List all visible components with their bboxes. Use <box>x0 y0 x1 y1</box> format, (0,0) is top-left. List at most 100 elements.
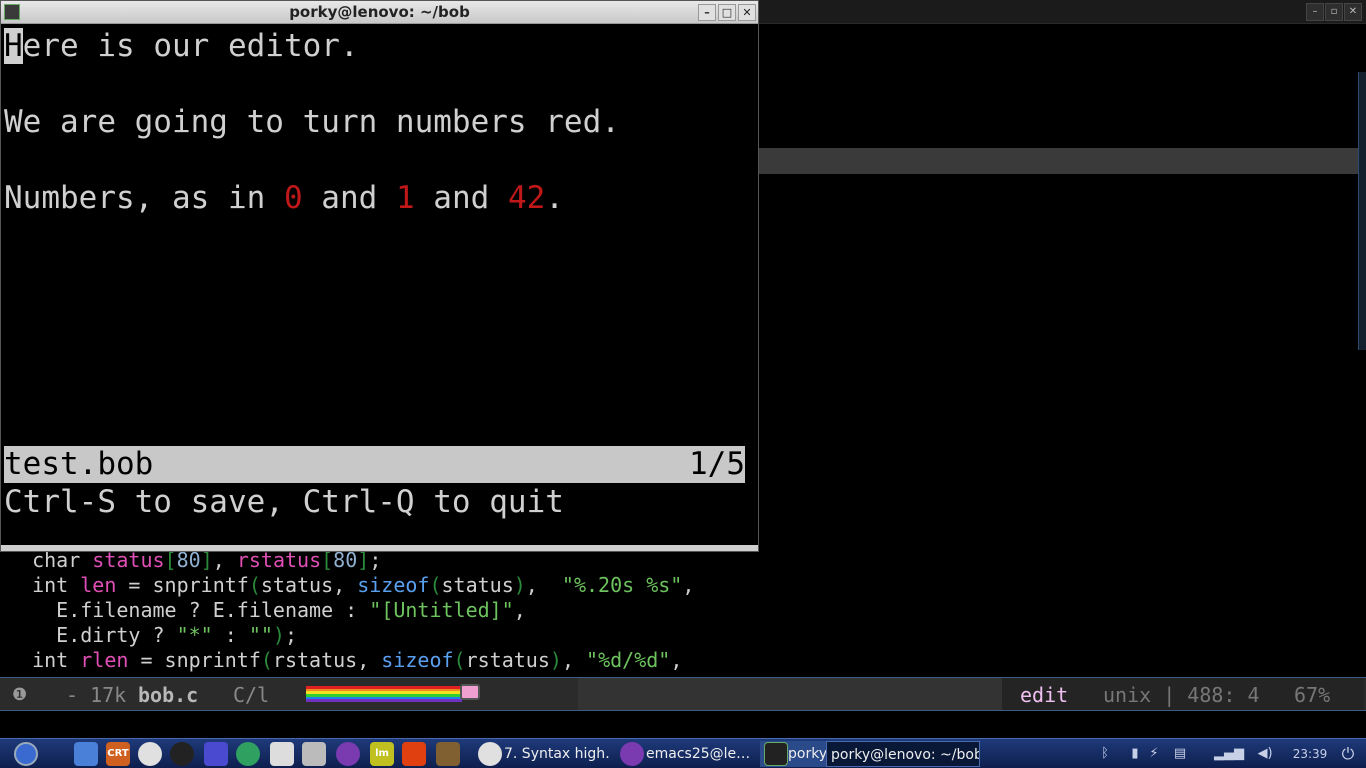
nyan-cat-icon <box>460 684 480 700</box>
editor-line-5[interactable]: Numbers, as in 0 and 1 and 42. <box>4 179 564 217</box>
minimize-button[interactable]: – <box>698 4 716 21</box>
battery-icon[interactable]: ▮ <box>1126 744 1144 764</box>
code-token: sizeof <box>381 648 454 672</box>
lm-icon[interactable]: lm <box>370 742 394 766</box>
code-token: ( <box>248 573 261 597</box>
close-button[interactable]: ✕ <box>738 4 756 21</box>
flame-icon[interactable] <box>402 742 426 766</box>
code-token: ; <box>284 623 298 647</box>
gimp-icon[interactable] <box>436 742 460 766</box>
code-token: ) <box>549 648 562 672</box>
code-token: ( <box>260 648 273 672</box>
number-token: 0 <box>283 180 303 216</box>
notes-icon[interactable] <box>302 742 326 766</box>
nyan-progress-rainbow[interactable] <box>306 686 462 703</box>
echo-area[interactable] <box>0 712 1366 738</box>
clock[interactable]: 23:39 <box>1290 744 1330 764</box>
code-token: ) <box>272 623 285 647</box>
editor-line-1[interactable]: Here is our editor. <box>4 27 359 65</box>
chrome-icon <box>478 742 502 766</box>
app-arrow-icon[interactable] <box>204 742 228 766</box>
modeline-buffer-name[interactable]: bob.c <box>138 683 198 707</box>
power-icon[interactable]: ⚡ <box>1146 744 1162 764</box>
code-buffer[interactable]: char status[80], rstatus[80]; int len = … <box>0 548 1366 676</box>
bluetooth-icon[interactable]: ᛒ <box>1096 744 1114 764</box>
line-text: and <box>414 180 508 216</box>
emacs-icon <box>620 742 644 766</box>
emacs-icon[interactable] <box>336 742 360 766</box>
code-line: int len = snprintf(status, sizeof(status… <box>8 573 694 598</box>
code-token: rstatus, <box>272 648 382 672</box>
line-text: and <box>302 180 396 216</box>
file-manager-icon[interactable] <box>74 742 98 766</box>
menu-icon[interactable] <box>14 742 38 766</box>
code-token: rlen <box>80 648 129 672</box>
code-token: , <box>682 573 695 597</box>
code-token: , <box>525 573 562 597</box>
terminal-bottom-border[interactable] <box>1 545 758 551</box>
modeline-indicator: ❶ <box>12 685 28 705</box>
code-token: ) <box>513 573 526 597</box>
modeline-major-mode[interactable]: C/l <box>233 683 269 707</box>
status-line-position: 1/5 <box>689 446 745 482</box>
emacs-close-button[interactable]: ✕ <box>1344 3 1362 21</box>
code-token: status, <box>260 573 358 597</box>
editor-status-bar: test.bob 1/5 <box>4 446 745 483</box>
line-text: Numbers, as in <box>4 180 284 216</box>
code-line: E.filename ? E.filename : "[Untitled]", <box>8 598 526 623</box>
code-token: E.filename ? E.filename : <box>8 598 370 622</box>
modeline: ❶ - 17k bob.c C/l edit unix | 488: 4 67% <box>0 677 1366 711</box>
atom-icon[interactable] <box>236 742 260 766</box>
number-token: 42 <box>507 180 546 216</box>
network-signal-icon[interactable]: ▂▄▆ <box>1214 744 1244 764</box>
maximize-button[interactable]: □ <box>718 4 736 21</box>
current-line-highlight <box>758 148 1358 174</box>
code-token: = snprintf <box>128 648 261 672</box>
emacs-minimize-button[interactable]: – <box>1306 3 1324 21</box>
number-token: 1 <box>395 180 415 216</box>
code-token: sizeof <box>357 573 430 597</box>
volume-icon[interactable]: ◀) <box>1254 744 1276 764</box>
code-token: = snprintf <box>116 573 249 597</box>
modeline-nyan-track <box>578 678 1002 710</box>
code-line: E.dirty ? "*" : ""); <box>8 623 297 648</box>
terminal-titlebar[interactable]: porky@lenovo: ~/bob – □ ✕ <box>1 1 758 24</box>
code-token: , <box>561 648 587 672</box>
editor-line-3[interactable]: We are going to turn numbers red. <box>4 103 620 141</box>
window-title: porky@lenovo: ~/bob <box>289 3 470 21</box>
modeline-evil-state: edit <box>1020 683 1069 707</box>
terminal-icon <box>764 742 788 766</box>
code-token: , <box>670 648 683 672</box>
modeline-size: - 17k <box>66 683 127 707</box>
power-button-icon[interactable]: ⏻ <box>1336 744 1360 764</box>
code-token: len <box>80 573 117 597</box>
code-token: int <box>8 573 81 597</box>
task-terminal-active[interactable]: porky@lenovo: ~/bob <box>826 741 980 767</box>
code-token: ( <box>429 573 442 597</box>
code-token: int <box>8 648 81 672</box>
emacs-scrollbar[interactable] <box>1358 72 1366 350</box>
code-token: "*" <box>176 623 213 647</box>
code-line: int rlen = snprintf(rstatus, sizeof(rsta… <box>8 648 682 673</box>
code-token: "%.20s %s" <box>561 573 683 597</box>
code-token: status <box>441 573 514 597</box>
editor-message-bar: Ctrl-S to save, Ctrl-Q to quit <box>4 484 564 520</box>
chrome-icon[interactable] <box>138 742 162 766</box>
editor-line-1-text: ere is our editor. <box>22 28 359 64</box>
text-editor-icon[interactable] <box>270 742 294 766</box>
line-text: . <box>545 180 564 216</box>
obs-icon[interactable] <box>170 742 194 766</box>
code-token: "%d/%d" <box>586 648 671 672</box>
modeline-encoding-position: unix | 488: 4 <box>1103 683 1260 707</box>
code-token: ( <box>453 648 466 672</box>
text-cursor: H <box>4 28 23 64</box>
clipboard-icon[interactable]: ▤ <box>1170 744 1190 764</box>
crt-icon[interactable]: CRT <box>106 742 130 766</box>
code-token: "[Untitled]" <box>369 598 514 622</box>
code-token: : <box>212 623 249 647</box>
code-token: , <box>513 598 526 622</box>
emacs-restore-button[interactable]: ▫ <box>1325 3 1343 21</box>
taskbar: CRT lm 7. Syntax high… emacs25@le… porky … <box>0 738 1366 768</box>
code-token: E.dirty ? <box>8 623 177 647</box>
status-filename: test.bob <box>4 446 154 482</box>
